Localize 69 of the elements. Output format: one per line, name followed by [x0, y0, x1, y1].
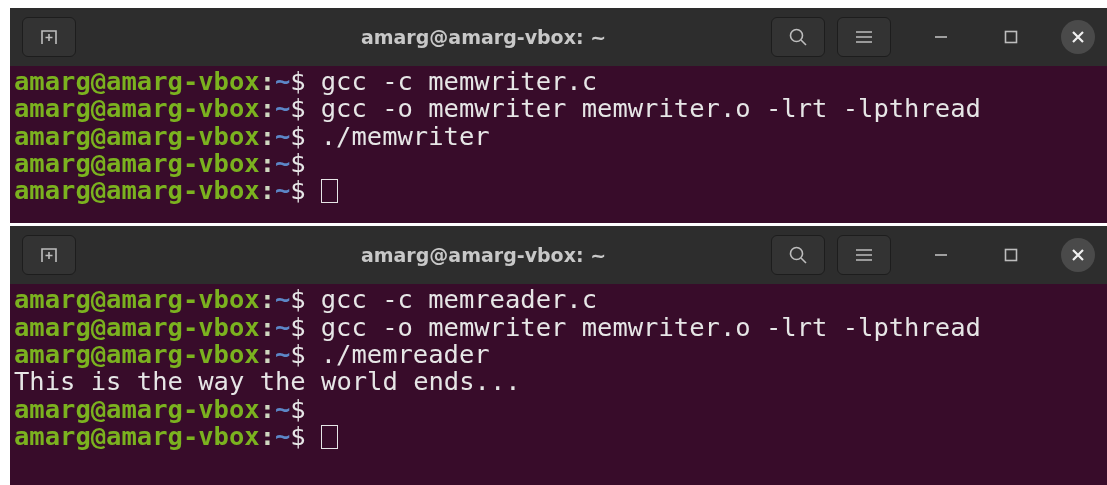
prompt-separator: : [259, 68, 275, 96]
new-tab-button[interactable] [22, 17, 76, 57]
menu-icon [855, 30, 873, 44]
prompt-path: ~ [275, 68, 291, 96]
command-text: ./memwriter [320, 122, 490, 150]
prompt-user-host: amarg@amarg-vbox [14, 95, 260, 123]
prompt-symbol: $ [290, 313, 306, 342]
prompt-path: ~ [275, 177, 291, 205]
prompt-separator: : [259, 422, 275, 451]
prompt-separator: : [259, 313, 275, 342]
prompt-symbol: $ [290, 177, 306, 205]
prompt-user-host: amarg@amarg-vbox [14, 395, 260, 423]
command-text: gcc -c memreader.c [320, 286, 598, 314]
prompt-separator: : [259, 149, 275, 178]
search-button[interactable] [771, 17, 825, 57]
prompt-symbol: $ [290, 122, 306, 150]
prompt-separator: : [259, 395, 275, 423]
prompt-separator: : [259, 177, 275, 205]
prompt-path: ~ [275, 149, 291, 178]
command-text: ./memreader [320, 341, 490, 369]
prompt-symbol: $ [290, 95, 306, 123]
prompt-separator: : [259, 286, 275, 314]
prompt-user-host: amarg@amarg-vbox [14, 68, 260, 96]
menu-icon [855, 248, 873, 263]
prompt-path: ~ [275, 286, 291, 314]
prompt-path: ~ [275, 422, 291, 451]
close-icon [1071, 248, 1085, 263]
prompt-user-host: amarg@amarg-vbox [14, 341, 260, 369]
menu-button[interactable] [837, 235, 891, 276]
prompt-symbol: $ [290, 422, 306, 451]
new-tab-icon [40, 247, 58, 264]
prompt-path: ~ [275, 122, 291, 150]
prompt-separator: : [259, 341, 275, 369]
search-icon [788, 27, 808, 47]
minimize-icon [934, 35, 948, 39]
search-icon [788, 245, 808, 266]
new-tab-icon [40, 29, 58, 45]
prompt-user-host: amarg@amarg-vbox [14, 177, 260, 205]
window-title: amarg@amarg-vbox: ~ [359, 26, 608, 48]
command-text: gcc -o memwriter memwriter.o -lrt -lpthread [320, 313, 981, 342]
minimize-icon [934, 253, 948, 258]
maximize-icon [1004, 248, 1018, 263]
close-button[interactable] [1061, 238, 1095, 273]
prompt-user-host: amarg@amarg-vbox [14, 122, 260, 150]
prompt-path: ~ [275, 395, 291, 423]
prompt-separator: : [259, 122, 275, 150]
search-button[interactable] [771, 235, 825, 276]
prompt-user-host: amarg@amarg-vbox [14, 149, 260, 178]
prompt-path: ~ [275, 341, 291, 369]
prompt-symbol: $ [290, 149, 306, 178]
menu-button[interactable] [837, 17, 891, 57]
prompt-separator: : [259, 95, 275, 123]
window-title: amarg@amarg-vbox: ~ [359, 244, 608, 267]
output-text: This is the way the world ends... [14, 368, 521, 396]
close-button[interactable] [1061, 20, 1095, 54]
prompt-symbol: $ [290, 68, 306, 96]
new-tab-button[interactable] [22, 235, 76, 276]
prompt-symbol: $ [290, 286, 306, 314]
maximize-icon [1004, 30, 1018, 44]
prompt-symbol: $ [290, 395, 306, 423]
prompt-path: ~ [275, 313, 291, 342]
command-text: gcc -c memwriter.c [320, 68, 598, 96]
prompt-user-host: amarg@amarg-vbox [14, 313, 260, 342]
prompt-user-host: amarg@amarg-vbox [14, 286, 260, 314]
prompt-path: ~ [275, 95, 291, 123]
command-text: gcc -o memwriter memwriter.o -lrt -lpthread [320, 95, 981, 123]
close-icon [1071, 30, 1085, 44]
prompt-symbol: $ [290, 341, 306, 369]
prompt-user-host: amarg@amarg-vbox [14, 422, 260, 451]
